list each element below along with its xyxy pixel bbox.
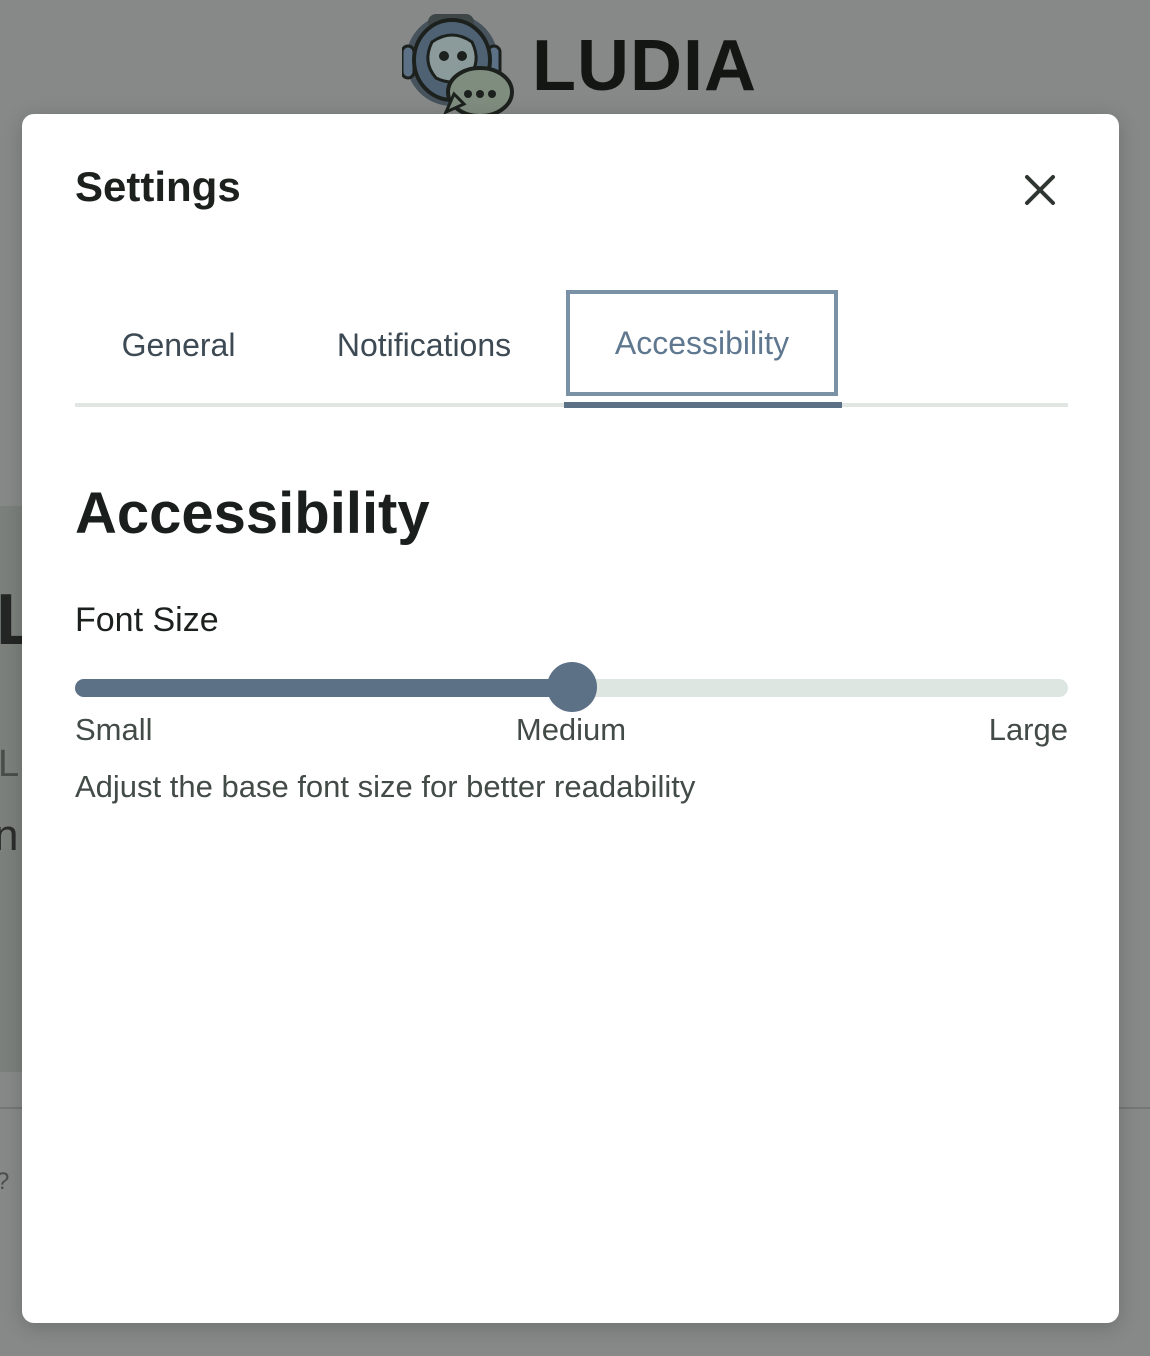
slider-label-medium: Medium bbox=[515, 712, 627, 747]
tab-general[interactable]: General bbox=[101, 292, 256, 398]
slider-fill bbox=[75, 679, 572, 697]
app-header: LUDIA bbox=[0, 0, 1150, 130]
slider-label-small: Small bbox=[75, 712, 153, 747]
tab-accessibility[interactable]: Accessibility bbox=[566, 290, 838, 396]
close-icon bbox=[1025, 175, 1055, 205]
font-size-slider[interactable] bbox=[75, 662, 1068, 714]
settings-dialog: Settings General Notifications Accessibi… bbox=[22, 114, 1119, 1323]
background-text-fragment: n bbox=[0, 811, 19, 860]
app-logo[interactable]: LUDIA bbox=[402, 12, 757, 116]
close-button[interactable] bbox=[1016, 166, 1064, 214]
section-title: Accessibility bbox=[75, 481, 430, 546]
chat-robot-icon bbox=[402, 14, 514, 116]
slider-labels: Small Medium Large bbox=[75, 712, 1068, 752]
slider-label-large: Large bbox=[988, 712, 1068, 747]
background-text-fragment: ? bbox=[0, 1170, 9, 1194]
dialog-title: Settings bbox=[75, 163, 241, 210]
tab-notifications[interactable]: Notifications bbox=[308, 292, 540, 398]
settings-tabs: General Notifications Accessibility bbox=[75, 290, 1068, 410]
font-size-help-text: Adjust the base font size for better rea… bbox=[75, 769, 696, 804]
active-tab-indicator bbox=[564, 402, 842, 408]
app-name: LUDIA bbox=[532, 26, 757, 106]
slider-thumb[interactable] bbox=[547, 662, 597, 712]
font-size-label: Font Size bbox=[75, 601, 219, 639]
background-text-fragment: L bbox=[0, 743, 20, 785]
